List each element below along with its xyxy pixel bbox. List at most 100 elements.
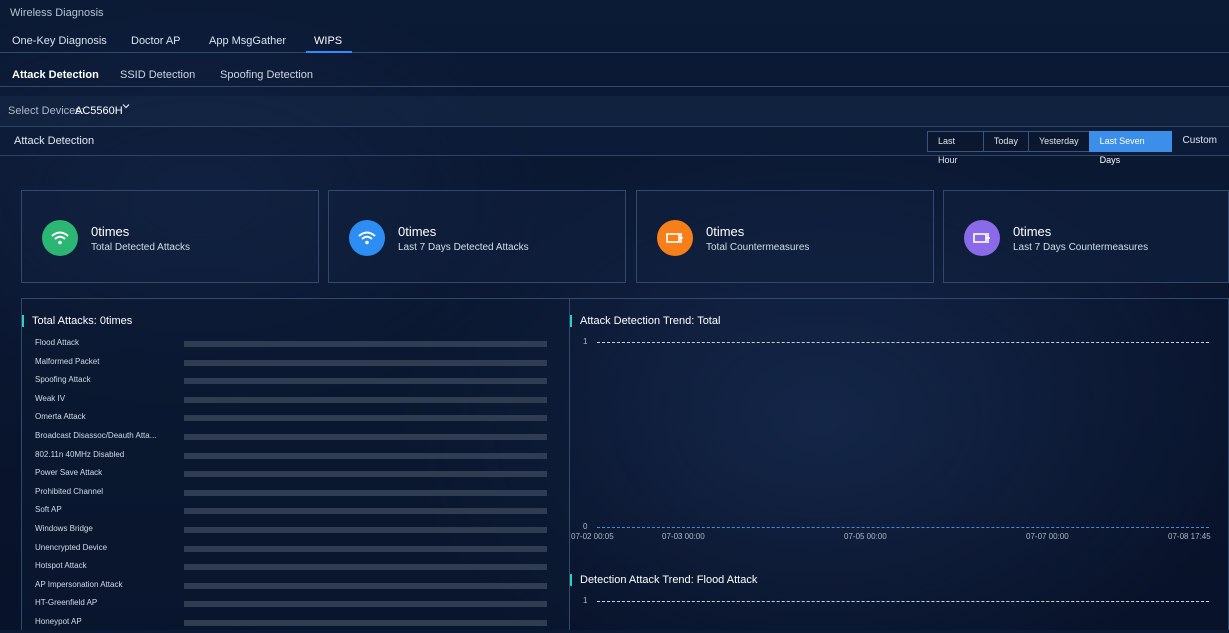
- stat-value: 0times: [91, 224, 130, 239]
- attack-row: 802.11n 40MHz Disabled: [22, 448, 571, 466]
- time-range-group: Last Hour Today Yesterday Last Seven Day…: [927, 131, 1229, 165]
- device-selector-bar: Select Devices: AC5560H: [0, 96, 1229, 127]
- main-tabs: One-Key Diagnosis Doctor AP App MsgGathe…: [0, 30, 1229, 53]
- section-title: Attack Detection: [14, 135, 95, 147]
- tab-app-msggather[interactable]: App MsgGather: [209, 35, 286, 47]
- attack-bar: [184, 359, 547, 366]
- attack-name: Prohibited Channel: [35, 486, 104, 496]
- device-select[interactable]: AC5560H: [75, 105, 123, 117]
- y-tick-label: 1: [583, 337, 588, 346]
- attack-bar: [184, 564, 547, 571]
- stat-label: Total Countermeasures: [706, 242, 810, 253]
- tab-wips[interactable]: WIPS: [305, 35, 353, 53]
- trend-total-title: Attack Detection Trend: Total: [570, 315, 720, 327]
- attack-bar: [184, 452, 547, 459]
- attack-name: Omerta Attack: [35, 412, 86, 422]
- attack-name: AP Impersonation Attack: [35, 579, 123, 589]
- attack-row: Honeypot AP: [22, 615, 571, 633]
- stat-label: Last 7 Days Countermeasures: [1013, 242, 1149, 253]
- wifi-icon: [349, 220, 385, 256]
- stat-value: 0times: [398, 224, 437, 239]
- attack-row: Weak IV: [22, 392, 571, 410]
- attack-bar: [184, 396, 547, 403]
- attack-bar: [184, 582, 547, 589]
- attack-name: HT-Greenfield AP: [35, 598, 98, 608]
- attack-bar: [184, 434, 547, 440]
- range-custom-button[interactable]: Custom: [1171, 131, 1229, 150]
- attack-row: Omerta Attack: [22, 410, 571, 428]
- attack-name: Hotspot Attack: [35, 561, 87, 571]
- x-tick-label: 07-08 17:45: [1168, 532, 1211, 541]
- stat-label: Total Detected Attacks: [91, 242, 190, 253]
- stat-card-7day-countermeasures: 0times Last 7 Days Countermeasures: [943, 190, 1229, 283]
- attack-name: Spoofing Attack: [35, 375, 91, 385]
- attack-row: Soft AP: [22, 503, 571, 521]
- tab-one-key-diagnosis[interactable]: One-Key Diagnosis: [12, 35, 107, 47]
- attack-name: Broadcast Disassoc/Deauth Atta...: [35, 431, 157, 440]
- attack-bar: [184, 508, 547, 515]
- x-tick-label: 07-02 00:05: [571, 532, 614, 541]
- countermeasure-icon: [964, 220, 1000, 256]
- tab-doctor-ap[interactable]: Doctor AP: [131, 35, 181, 47]
- subtab-attack-detection[interactable]: Attack Detection: [12, 69, 99, 81]
- range-last-seven-days-button[interactable]: Last Seven Days: [1088, 131, 1172, 165]
- trend-panel: Attack Detection Trend: Total 1 0 07-02 …: [570, 298, 1229, 630]
- attack-row: Unencrypted Device: [22, 541, 571, 559]
- attack-bar: [184, 471, 547, 478]
- attack-bar: [184, 378, 547, 385]
- x-tick-label: 07-05 00:00: [844, 532, 887, 541]
- attack-row: Broadcast Disassoc/Deauth Atta...: [22, 429, 571, 447]
- chevron-down-icon[interactable]: [122, 102, 130, 110]
- stat-card-total-attacks: 0times Total Detected Attacks: [21, 190, 319, 283]
- sub-tabs: Attack Detection SSID Detection Spoofing…: [0, 62, 1229, 87]
- x-tick-label: 07-07 00:00: [1026, 532, 1069, 541]
- attack-name: Soft AP: [35, 505, 62, 515]
- attack-bar: [184, 489, 547, 496]
- y-gridline: [597, 342, 1209, 343]
- attack-name: 802.11n 40MHz Disabled: [35, 449, 125, 459]
- y-gridline: [597, 601, 1209, 602]
- attack-name: Weak IV: [35, 393, 66, 403]
- app-title: Wireless Diagnosis: [10, 7, 104, 19]
- y-tick-label: 0: [583, 522, 588, 531]
- stat-value: 0times: [706, 224, 745, 239]
- stat-card-total-countermeasures: 0times Total Countermeasures: [636, 190, 934, 283]
- x-axis-line: [597, 527, 1209, 528]
- attack-name: Honeypot AP: [35, 617, 82, 626]
- attack-bar: [184, 415, 547, 422]
- x-tick-label: 07-03 00:00: [662, 532, 705, 541]
- attack-bar: [184, 545, 547, 552]
- attack-row: Power Save Attack: [22, 466, 571, 484]
- subtab-spoofing-detection[interactable]: Spoofing Detection: [220, 69, 313, 81]
- attack-name: Malformed Packet: [35, 356, 100, 366]
- range-today-button[interactable]: Today: [982, 131, 1029, 152]
- total-attacks-panel: Total Attacks: 0times Flood Attack Malfor…: [21, 298, 570, 630]
- y-tick-label: 1: [583, 596, 588, 605]
- attack-row: HT-Greenfield AP: [22, 596, 571, 614]
- range-last-hour-button[interactable]: Last Hour: [927, 131, 984, 165]
- attack-row: Prohibited Channel: [22, 485, 571, 503]
- attack-row: Flood Attack: [22, 336, 571, 354]
- attack-row: Hotspot Attack: [22, 559, 571, 577]
- range-yesterday-button[interactable]: Yesterday: [1027, 131, 1090, 152]
- device-label: Select Devices:: [8, 105, 84, 117]
- stat-value: 0times: [1013, 224, 1052, 239]
- subtab-ssid-detection[interactable]: SSID Detection: [120, 69, 195, 81]
- attack-name: Power Save Attack: [35, 468, 103, 478]
- attack-row: Malformed Packet: [22, 355, 571, 373]
- total-attacks-title: Total Attacks: 0times: [22, 315, 132, 327]
- wifi-icon: [42, 220, 78, 256]
- attack-name: Unencrypted Device: [35, 542, 108, 552]
- stat-card-7day-attacks: 0times Last 7 Days Detected Attacks: [328, 190, 626, 283]
- stat-label: Last 7 Days Detected Attacks: [398, 242, 529, 253]
- attack-name: Flood Attack: [35, 338, 80, 347]
- attack-bar: [184, 527, 547, 533]
- attack-bar: [184, 601, 547, 608]
- countermeasure-icon: [657, 220, 693, 256]
- attack-row: AP Impersonation Attack: [22, 578, 571, 596]
- attack-row: Spoofing Attack: [22, 373, 571, 391]
- attack-bar: [184, 620, 547, 626]
- attack-row: Windows Bridge: [22, 522, 571, 540]
- attack-bar: [184, 341, 547, 347]
- trend-flood-title: Detection Attack Trend: Flood Attack: [570, 574, 757, 586]
